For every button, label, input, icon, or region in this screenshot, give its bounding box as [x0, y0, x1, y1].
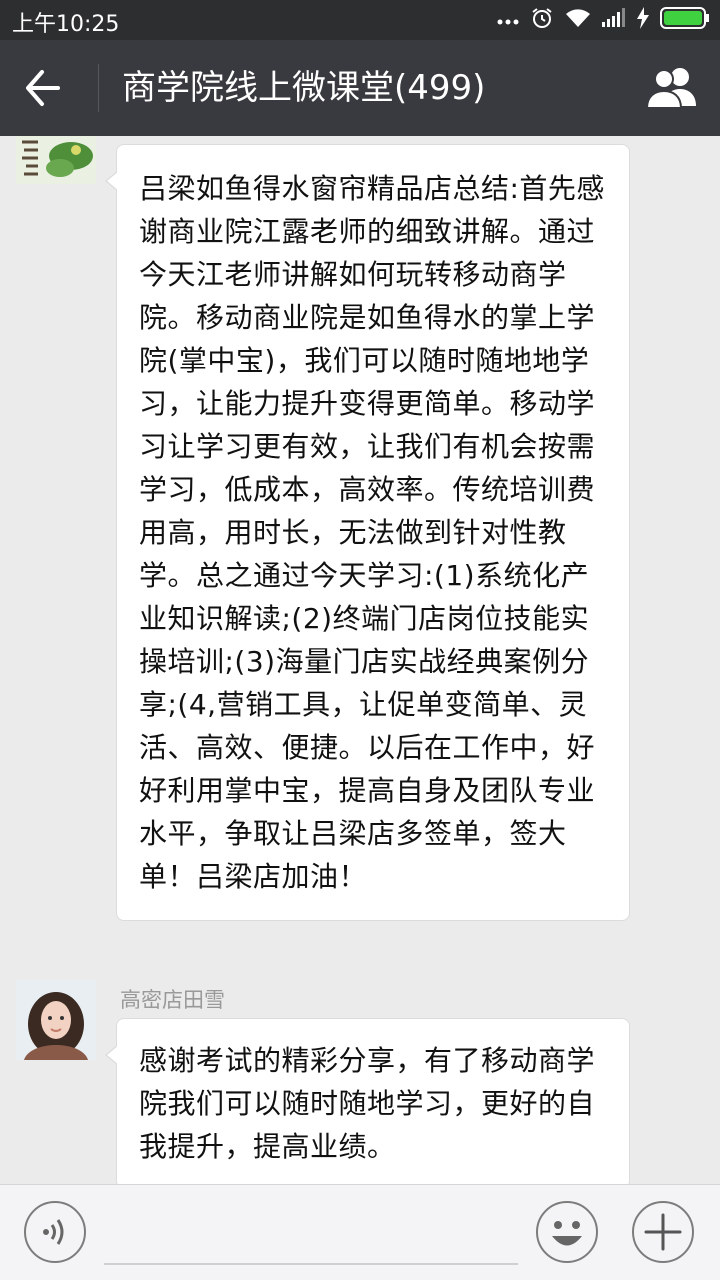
avatar-image [16, 136, 96, 184]
message-input[interactable] [104, 1263, 518, 1265]
message-text: 吕梁如鱼得水窗帘精品店总结:首先感谢商业院江露老师的细致讲解。通过今天江老师讲解… [139, 172, 605, 893]
signal-icon [602, 8, 626, 32]
chat-header: 商学院线上微课堂(499) [0, 40, 720, 136]
plus-icon [644, 1213, 682, 1251]
message-text: 感谢考试的精彩分享，有了移动商学院我们可以随时随地学习，更好的自我提升，提高业绩… [139, 1044, 596, 1163]
more-dots-icon [496, 11, 520, 30]
status-time: 上午10:25 [12, 12, 120, 37]
chat-title: 商学院线上微课堂(499) [122, 68, 486, 108]
wifi-icon [564, 7, 592, 33]
emoji-button[interactable] [536, 1201, 598, 1263]
input-bar [0, 1184, 720, 1280]
avatar[interactable] [16, 980, 96, 1060]
header-divider [98, 64, 99, 112]
more-button[interactable] [632, 1201, 694, 1263]
back-button[interactable] [22, 66, 74, 110]
voice-button[interactable] [24, 1201, 86, 1263]
chat-area[interactable]: 吕梁如鱼得水窗帘精品店总结:首先感谢商业院江露老师的细致讲解。通过今天江老师讲解… [0, 136, 720, 1184]
status-icons [496, 6, 710, 34]
emoji-icon [552, 1221, 582, 1246]
back-arrow-icon [26, 70, 60, 106]
avatar[interactable] [16, 136, 96, 184]
battery-icon [660, 6, 710, 34]
alarm-icon [530, 6, 554, 34]
sender-name: 高密店田雪 [120, 988, 225, 1012]
charging-icon [636, 7, 650, 33]
message-bubble[interactable]: 感谢考试的精彩分享，有了移动商学院我们可以随时随地学习，更好的自我提升，提高业绩… [105, 1018, 630, 1184]
voice-icon [43, 1219, 64, 1245]
group-info-button[interactable] [644, 64, 700, 112]
avatar-image [16, 980, 96, 1060]
group-members-icon [645, 68, 696, 109]
status-bar: 上午10:25 [0, 0, 720, 40]
message-bubble[interactable]: 吕梁如鱼得水窗帘精品店总结:首先感谢商业院江露老师的细致讲解。通过今天江老师讲解… [105, 144, 630, 921]
